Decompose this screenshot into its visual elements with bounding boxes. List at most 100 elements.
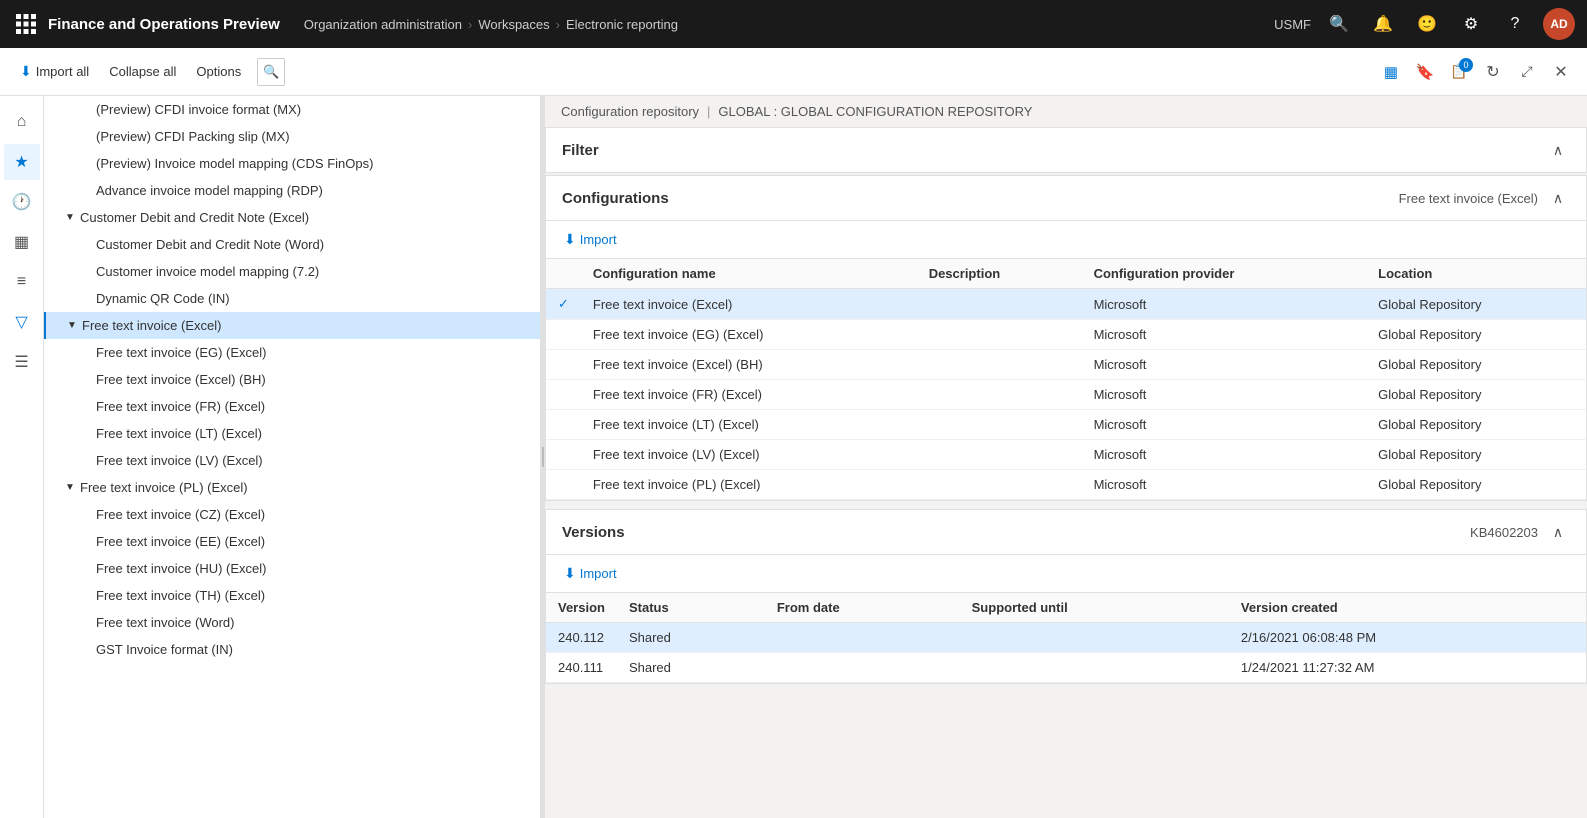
collapse-all-button[interactable]: Collapse all [101, 60, 184, 83]
col-provider[interactable]: Configuration provider [1082, 259, 1367, 289]
toolbar-search-input[interactable]: 🔍 [257, 58, 285, 86]
filter-icon[interactable]: ▦ [1377, 58, 1405, 86]
config-row-location: Global Repository [1366, 320, 1586, 350]
configurations-card-right: Free text invoice (Excel) ∧ [1399, 186, 1570, 210]
versions-import-down-icon: ⬇ [564, 565, 576, 582]
config-table-row[interactable]: Free text invoice (FR) (Excel) Microsoft… [546, 380, 1586, 410]
tree-item[interactable]: ▼Free text invoice (PL) (Excel) [44, 474, 540, 501]
grid-menu-icon[interactable] [12, 10, 40, 38]
version-row-status: Shared [617, 653, 765, 683]
col-config-name[interactable]: Configuration name [581, 259, 917, 289]
recent-icon[interactable]: 🕐 [4, 184, 40, 220]
config-table-row[interactable]: Free text invoice (LV) (Excel) Microsoft… [546, 440, 1586, 470]
tree-item-label: (Preview) CFDI invoice format (MX) [96, 102, 301, 117]
config-table-row[interactable]: Free text invoice (PL) (Excel) Microsoft… [546, 470, 1586, 500]
configurations-import-button[interactable]: ⬇ Import [554, 225, 627, 254]
tree-item[interactable]: Free text invoice (EE) (Excel) [44, 528, 540, 555]
col-location[interactable]: Location [1366, 259, 1586, 289]
tree-item[interactable]: Free text invoice (FR) (Excel) [44, 393, 540, 420]
import-all-button[interactable]: ⬇ Import all [12, 59, 97, 84]
tree-item[interactable]: (Preview) CFDI invoice format (MX) [44, 96, 540, 123]
menu-lines-icon[interactable]: ☰ [4, 344, 40, 380]
vcol-status[interactable]: Status [617, 593, 765, 623]
tree-item[interactable]: ▼Free text invoice (Excel) [44, 312, 540, 339]
config-row-name: Free text invoice (Excel) (BH) [581, 350, 917, 380]
tree-item[interactable]: (Preview) CFDI Packing slip (MX) [44, 123, 540, 150]
vcol-supported-until[interactable]: Supported until [960, 593, 1229, 623]
tree-item[interactable]: Free text invoice (LV) (Excel) [44, 447, 540, 474]
workspace-icon[interactable]: ▦ [4, 224, 40, 260]
tree-item[interactable]: Customer invoice model mapping (7.2) [44, 258, 540, 285]
bookmark-icon[interactable]: 🔖 [1411, 58, 1439, 86]
tree-item-label: Free text invoice (CZ) (Excel) [96, 507, 265, 522]
config-table-row[interactable]: Free text invoice (Excel) (BH) Microsoft… [546, 350, 1586, 380]
tree-item[interactable]: Free text invoice (Excel) (BH) [44, 366, 540, 393]
configurations-title: Configurations [562, 190, 669, 207]
avatar[interactable]: AD [1543, 8, 1575, 40]
col-description[interactable]: Description [917, 259, 1082, 289]
version-table-row[interactable]: 240.111 Shared 1/24/2021 11:27:32 AM [546, 653, 1586, 683]
favorites-icon[interactable]: ★ [4, 144, 40, 180]
panel-divider[interactable] [541, 96, 545, 818]
config-row-check [546, 320, 581, 350]
tree-item[interactable]: Customer Debit and Credit Note (Word) [44, 231, 540, 258]
search-nav-icon[interactable]: 🔍 [1323, 8, 1355, 40]
versions-header: Versions KB4602203 ∧ [546, 510, 1586, 555]
config-row-check [546, 380, 581, 410]
tree-item[interactable]: Free text invoice (HU) (Excel) [44, 555, 540, 582]
config-row-provider: Microsoft [1082, 350, 1367, 380]
settings-icon[interactable]: ⚙ [1455, 8, 1487, 40]
version-table-row[interactable]: 240.112 Shared 2/16/2021 06:08:48 PM [546, 623, 1586, 653]
tree-item-label: Dynamic QR Code (IN) [96, 291, 230, 306]
tree-item[interactable]: Free text invoice (LT) (Excel) [44, 420, 540, 447]
config-table-row[interactable]: ✓ Free text invoice (Excel) Microsoft Gl… [546, 289, 1586, 320]
right-panel: Configuration repository | GLOBAL : GLOB… [545, 96, 1587, 818]
vcol-from-date[interactable]: From date [765, 593, 960, 623]
options-button[interactable]: Options [188, 60, 249, 83]
tree-item[interactable]: GST Invoice format (IN) [44, 636, 540, 663]
version-row-supported-until [960, 623, 1229, 653]
notification-icon[interactable]: 🔔 [1367, 8, 1399, 40]
list-icon[interactable]: ≡ [4, 264, 40, 300]
configurations-card-header: Configurations Free text invoice (Excel)… [546, 176, 1586, 221]
collapse-all-label: Collapse all [109, 64, 176, 79]
badge-button[interactable]: 📋 0 [1445, 58, 1473, 86]
configurations-collapse-button[interactable]: ∧ [1546, 186, 1570, 210]
tree-item[interactable]: Advance invoice model mapping (RDP) [44, 177, 540, 204]
expand-icon[interactable]: ⤢ [1513, 58, 1541, 86]
versions-import-button[interactable]: ⬇ Import [554, 559, 627, 588]
breadcrumb-sep-1: › [468, 17, 472, 32]
breadcrumb-item-1[interactable]: Organization administration [304, 17, 462, 32]
filter-collapse-button[interactable]: ∧ [1546, 138, 1570, 162]
home-icon[interactable]: ⌂ [4, 104, 40, 140]
tree-expand-icon: ▼ [64, 482, 76, 493]
import-down-icon: ⬇ [564, 231, 576, 248]
tree-item[interactable]: Free text invoice (CZ) (Excel) [44, 501, 540, 528]
config-table-row[interactable]: Free text invoice (LT) (Excel) Microsoft… [546, 410, 1586, 440]
toolbar: ⬇ Import all Collapse all Options 🔍 ▦ 🔖 … [0, 48, 1587, 96]
tree-item[interactable]: (Preview) Invoice model mapping (CDS Fin… [44, 150, 540, 177]
right-panel-breadcrumb: Configuration repository | GLOBAL : GLOB… [545, 96, 1587, 127]
tree-item[interactable]: ▼Customer Debit and Credit Note (Excel) [44, 204, 540, 231]
close-icon[interactable]: ✕ [1547, 58, 1575, 86]
vcol-version-created[interactable]: Version created [1229, 593, 1586, 623]
vcol-version[interactable]: Version [546, 593, 617, 623]
tree-item[interactable]: Free text invoice (Word) [44, 609, 540, 636]
smiley-icon[interactable]: 🙂 [1411, 8, 1443, 40]
filter-side-icon[interactable]: ▽ [4, 304, 40, 340]
versions-import-row: ⬇ Import [546, 555, 1586, 593]
config-row-description [917, 440, 1082, 470]
help-icon[interactable]: ? [1499, 8, 1531, 40]
config-table-row[interactable]: Free text invoice (EG) (Excel) Microsoft… [546, 320, 1586, 350]
tree-item[interactable]: Dynamic QR Code (IN) [44, 285, 540, 312]
tree-item[interactable]: Free text invoice (TH) (Excel) [44, 582, 540, 609]
breadcrumb-item-3[interactable]: Electronic reporting [566, 17, 678, 32]
refresh-icon[interactable]: ↻ [1479, 58, 1507, 86]
config-row-check: ✓ [546, 289, 581, 320]
tree-item[interactable]: Free text invoice (EG) (Excel) [44, 339, 540, 366]
breadcrumb-item-2[interactable]: Workspaces [478, 17, 549, 32]
config-row-name: Free text invoice (PL) (Excel) [581, 470, 917, 500]
filter-title: Filter [562, 142, 599, 159]
config-row-check [546, 350, 581, 380]
versions-collapse-button[interactable]: ∧ [1546, 520, 1570, 544]
